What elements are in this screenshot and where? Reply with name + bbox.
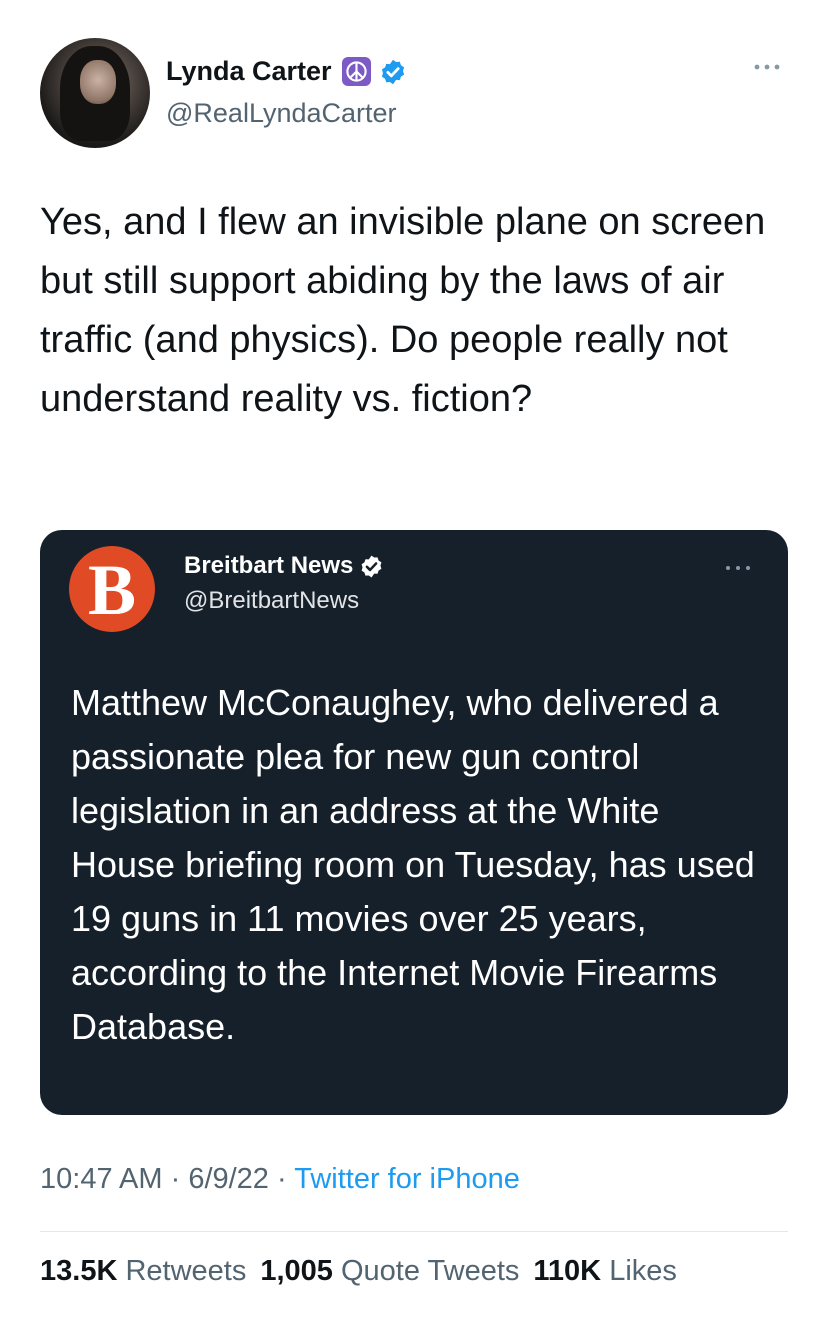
quote-tweets-count: 1,005 <box>260 1255 333 1287</box>
quoted-author-avatar[interactable]: B <box>69 546 155 632</box>
author-avatar[interactable] <box>40 38 150 148</box>
tweet-stats: 13.5K Retweets 1,005 Quote Tweets 110K Lik… <box>40 1255 677 1288</box>
author-name-row: Lynda Carter <box>166 56 407 87</box>
quoted-verified-badge-icon <box>361 555 382 577</box>
likes-count: 110K <box>533 1255 602 1287</box>
retweets-count: 13.5K <box>40 1255 118 1287</box>
likes-label: Likes <box>609 1255 677 1287</box>
divider <box>40 1231 788 1232</box>
quoted-name-row: Breitbart News <box>184 552 384 580</box>
tweet-text: Yes, and I flew an invisible plane on sc… <box>40 201 766 420</box>
quote-tweets-label: Quote Tweets <box>340 1255 520 1287</box>
quoted-handle[interactable]: @BreitbartNews <box>184 587 359 615</box>
quoted-more-options-icon[interactable] <box>724 564 752 572</box>
author-display-name[interactable]: Lynda Carter <box>166 56 332 87</box>
quoted-tweet-card[interactable]: B Breitbart News @BreitbartNews Matthew … <box>40 530 788 1115</box>
quoted-display-name[interactable]: Breitbart News <box>184 552 353 580</box>
more-options-icon[interactable] <box>752 62 782 72</box>
retweets-label: Retweets <box>125 1255 247 1287</box>
quote-tweets-stat[interactable]: 1,005 Quote Tweets <box>260 1255 519 1287</box>
meta-separator: · <box>268 1163 295 1195</box>
likes-stat[interactable]: 110K Likes <box>533 1255 677 1287</box>
tweet-time[interactable]: 10:47 AM <box>40 1163 163 1195</box>
tweet-source-link[interactable]: Twitter for iPhone <box>294 1163 520 1195</box>
tweet-date[interactable]: 6/9/22 <box>188 1163 269 1195</box>
quoted-tweet-text: Matthew McConaughey, who delivered a pas… <box>71 682 755 1047</box>
breitbart-logo-letter: B <box>87 550 137 630</box>
verified-badge-icon <box>381 59 404 84</box>
author-handle[interactable]: @RealLyndaCarter <box>166 98 397 129</box>
tweet-metadata: 10:47 AM · 6/9/22 · Twitter for iPhone <box>40 1163 520 1196</box>
tweet-header: Lynda Carter @RealLyndaCarter <box>40 38 788 148</box>
retweets-stat[interactable]: 13.5K Retweets <box>40 1255 246 1287</box>
peace-symbol-icon <box>341 57 371 86</box>
meta-separator: · <box>162 1163 189 1195</box>
